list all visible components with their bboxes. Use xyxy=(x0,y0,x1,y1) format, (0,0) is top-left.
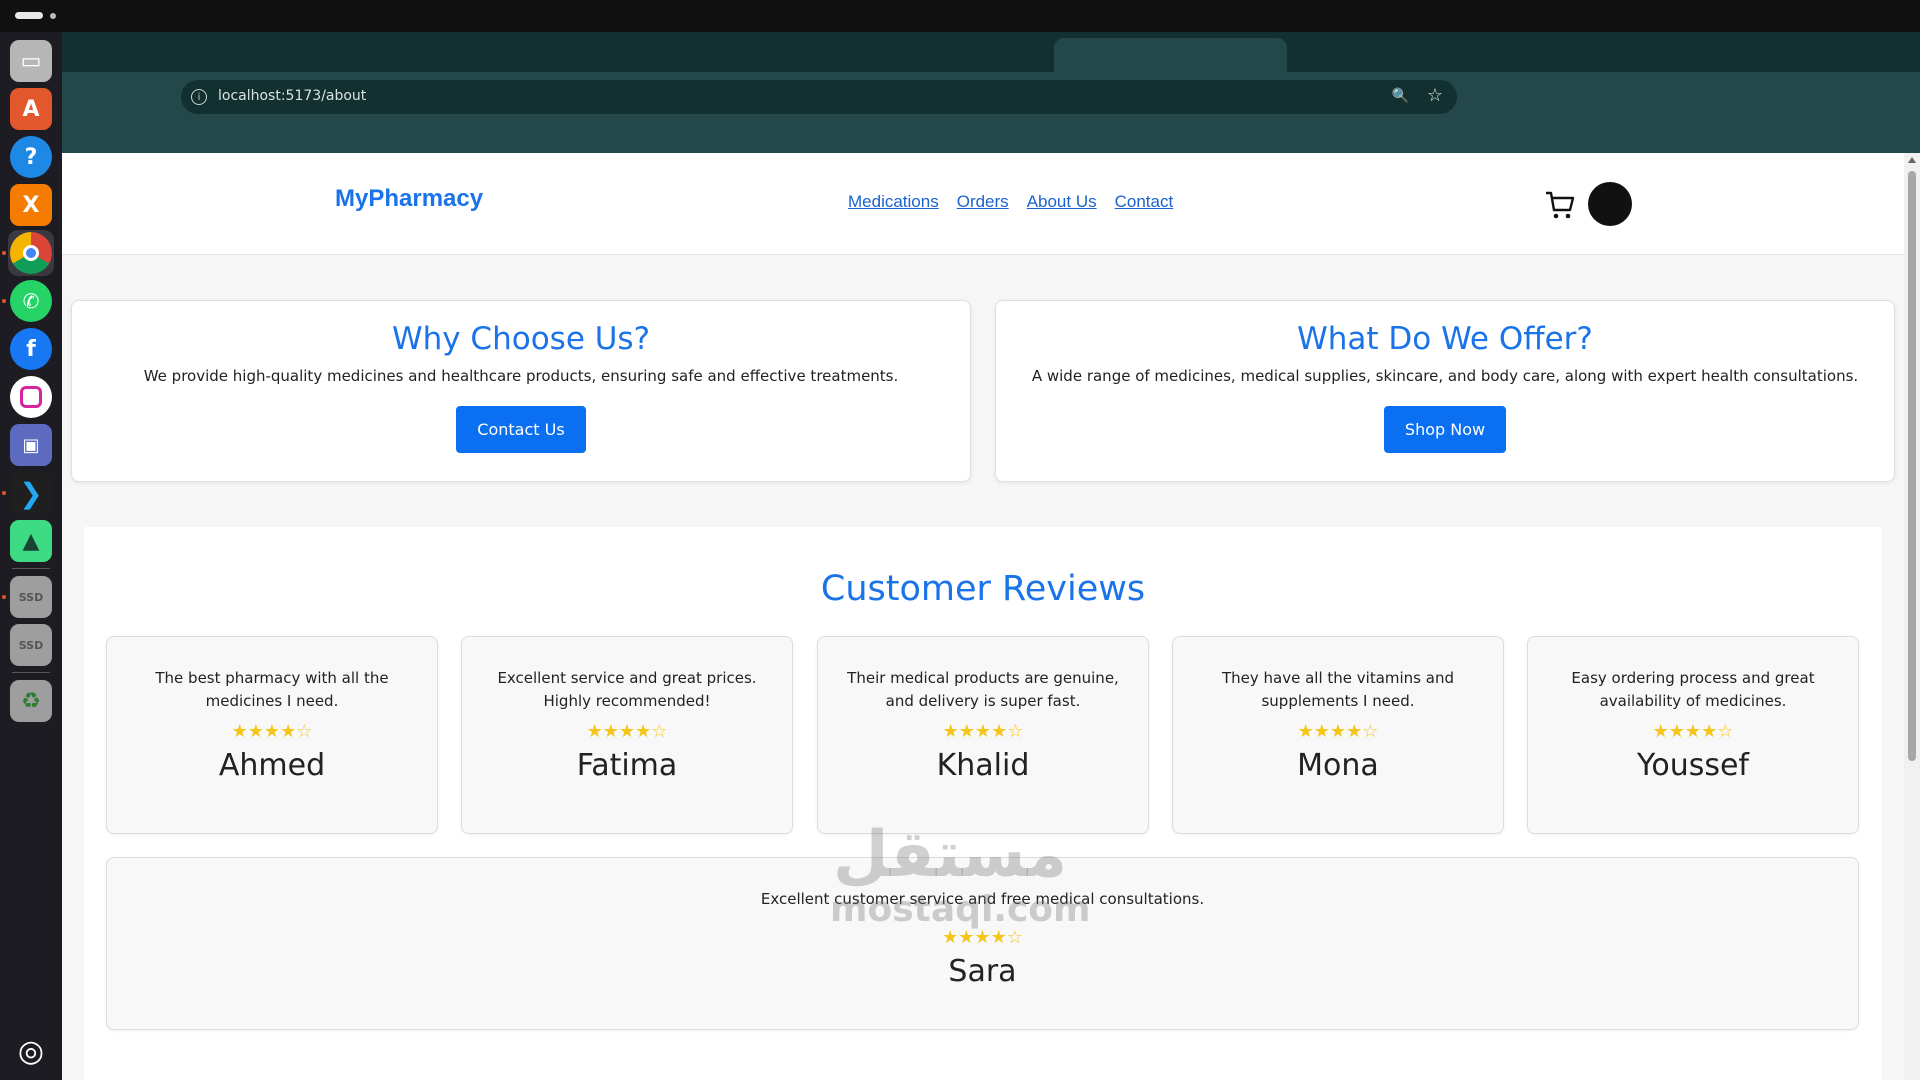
review-card: Excellent service and great prices. High… xyxy=(461,636,793,834)
chrome-icon xyxy=(10,232,52,274)
dock-app-center[interactable]: A xyxy=(8,86,54,132)
dock-help[interactable]: ? xyxy=(8,134,54,180)
active-tab[interactable] xyxy=(1054,38,1287,74)
android-icon: ▲ xyxy=(10,520,52,562)
reviewer-name: Youssef xyxy=(1637,748,1749,783)
drive-icon: SSD xyxy=(10,624,52,666)
review-text: They have all the vitamins and supplemen… xyxy=(1221,669,1454,710)
user-avatar[interactable] xyxy=(1588,182,1632,226)
dock-instagram[interactable] xyxy=(8,374,54,420)
dock-show-apps[interactable]: ◎ xyxy=(8,1028,54,1074)
app-dock: ▭ A ? X ✆ f ▣ ❯ ▲ SSD SSD ♻ ◎ xyxy=(0,32,62,1080)
review-stars: ★★★★☆ xyxy=(942,721,1024,742)
review-text: Their medical products are genuine, and … xyxy=(847,669,1119,710)
cart-icon[interactable] xyxy=(1544,190,1576,220)
tab-strip xyxy=(62,32,1920,74)
nav-contact[interactable]: Contact xyxy=(1115,192,1174,212)
reviews-title: Customer Reviews xyxy=(820,569,1146,609)
page-scrollbar[interactable] xyxy=(1904,153,1920,1080)
review-card: Easy ordering process and great availabi… xyxy=(1527,636,1859,834)
dock-xampp[interactable]: X xyxy=(8,182,54,228)
running-indicator xyxy=(2,491,6,495)
site-header: MyPharmacy Medications Orders About Us C… xyxy=(62,153,1904,255)
folder-icon: ▭ xyxy=(10,40,52,82)
app-center-icon: A xyxy=(10,88,52,130)
browser-window: i localhost:5173/about 🔍 ☆ MyPharmacy Me… xyxy=(62,32,1920,1080)
why-choose-us-card: Why Choose Us? We provide high-quality m… xyxy=(71,300,971,482)
reviewer-name: Fatima xyxy=(576,748,678,783)
dock-android-studio[interactable]: ▲ xyxy=(8,518,54,564)
review-stars: ★★★★☆ xyxy=(1652,721,1734,742)
dock-whatsapp[interactable]: ✆ xyxy=(8,278,54,324)
address-url[interactable]: localhost:5173/about xyxy=(218,88,366,104)
main-nav: Medications Orders About Us Contact xyxy=(848,192,1173,212)
reviewer-name: Sara xyxy=(948,954,1017,989)
review-text: Easy ordering process and great availabi… xyxy=(1571,669,1815,710)
workspace-indicator[interactable] xyxy=(15,12,43,19)
review-text: The best pharmacy with all the medicines… xyxy=(155,669,389,710)
browser-toolbar: i localhost:5173/about 🔍 ☆ xyxy=(62,72,1920,153)
whatsapp-icon: ✆ xyxy=(10,280,52,322)
ubuntu-apps-icon: ◎ xyxy=(17,1033,45,1069)
review-stars: ★★★★☆ xyxy=(942,927,1023,948)
scroll-up-arrow-icon[interactable] xyxy=(1908,157,1916,163)
what-do-we-offer-card: What Do We Offer? A wide range of medici… xyxy=(995,300,1895,482)
review-stars: ★★★★☆ xyxy=(231,721,313,742)
dock-facebook[interactable]: f xyxy=(8,326,54,372)
running-indicator xyxy=(2,595,6,599)
dock-remote-desktop[interactable]: ▣ xyxy=(8,422,54,468)
vscode-icon: ❯ xyxy=(10,472,52,514)
review-card: Their medical products are genuine, and … xyxy=(817,636,1149,834)
facebook-icon: f xyxy=(10,328,52,370)
dock-chrome[interactable] xyxy=(8,230,54,276)
review-card: Excellent customer service and free medi… xyxy=(106,857,1859,1030)
page-viewport: MyPharmacy Medications Orders About Us C… xyxy=(62,153,1920,1080)
scroll-thumb[interactable] xyxy=(1908,171,1916,761)
chrome-center-icon xyxy=(23,245,39,261)
reviewer-name: Mona xyxy=(1297,748,1379,783)
review-card: The best pharmacy with all the medicines… xyxy=(106,636,438,834)
review-text: Excellent service and great prices. High… xyxy=(497,669,757,710)
running-indicator xyxy=(2,299,6,303)
customer-reviews-section: Customer Reviews The best pharmacy with … xyxy=(84,527,1882,1080)
dock-ssd-2[interactable]: SSD xyxy=(8,622,54,668)
trash-icon: ♻ xyxy=(10,680,52,722)
brand-logo[interactable]: MyPharmacy xyxy=(335,185,483,213)
card-text: A wide range of medicines, medical suppl… xyxy=(1031,367,1859,385)
card-title: Why Choose Us? xyxy=(391,321,651,357)
system-top-bar xyxy=(0,0,1920,32)
dock-trash[interactable]: ♻ xyxy=(8,678,54,724)
reviewer-name: Ahmed xyxy=(218,748,326,783)
dock-vscode[interactable]: ❯ xyxy=(8,470,54,516)
workspace-dot[interactable] xyxy=(50,13,56,19)
address-bar[interactable]: i localhost:5173/about 🔍 ☆ xyxy=(181,80,1457,114)
review-text: Excellent customer service and free medi… xyxy=(760,890,1205,908)
instagram-glyph xyxy=(20,386,42,408)
site-info-icon[interactable]: i xyxy=(191,89,207,105)
card-title: What Do We Offer? xyxy=(1297,321,1593,357)
running-indicator xyxy=(2,251,6,255)
review-card: They have all the vitamins and supplemen… xyxy=(1172,636,1504,834)
dock-separator xyxy=(12,672,50,673)
instagram-icon xyxy=(10,376,52,418)
nav-medications[interactable]: Medications xyxy=(848,192,939,212)
nav-about-us[interactable]: About Us xyxy=(1027,192,1097,212)
review-stars: ★★★★☆ xyxy=(586,721,668,742)
dock-files[interactable]: ▭ xyxy=(8,38,54,84)
review-stars: ★★★★☆ xyxy=(1297,721,1379,742)
help-icon: ? xyxy=(10,136,52,178)
shop-now-button[interactable]: Shop Now xyxy=(1383,406,1507,453)
xampp-icon: X xyxy=(10,184,52,226)
card-text: We provide high-quality medicines and he… xyxy=(143,367,899,385)
dock-separator xyxy=(12,568,50,569)
reviewer-name: Khalid xyxy=(936,748,1030,783)
contact-us-button[interactable]: Contact Us xyxy=(456,406,586,453)
drive-icon: SSD xyxy=(10,576,52,618)
zoom-icon[interactable]: 🔍 xyxy=(1392,88,1409,104)
nav-orders[interactable]: Orders xyxy=(957,192,1009,212)
dock-ssd-1[interactable]: SSD xyxy=(8,574,54,620)
bookmark-star-icon[interactable]: ☆ xyxy=(1427,85,1443,106)
monitor-icon: ▣ xyxy=(10,424,52,466)
